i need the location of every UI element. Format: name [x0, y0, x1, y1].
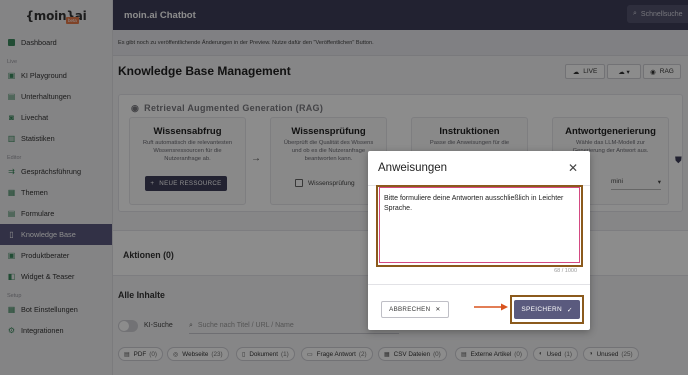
save-button-label: SPEICHERN: [521, 306, 562, 313]
instructions-text: Bitte formuliere deine Antworten ausschl…: [384, 195, 564, 213]
character-counter: 68 / 1000: [554, 268, 577, 274]
instructions-textarea[interactable]: Bitte formuliere deine Antworten ausschl…: [379, 187, 580, 263]
save-button[interactable]: SPEICHERN ✓: [514, 300, 580, 319]
divider: [368, 284, 590, 285]
annotation-arrow-icon: [474, 303, 508, 311]
modal-title: Anweisungen: [378, 162, 448, 174]
check-icon: ✓: [566, 306, 573, 314]
cancel-button[interactable]: ABBRECHEN ✕: [381, 301, 449, 318]
cancel-button-label: ABBRECHEN: [389, 306, 431, 313]
close-icon: ✕: [435, 306, 441, 313]
close-icon[interactable]: ✕: [568, 161, 578, 175]
